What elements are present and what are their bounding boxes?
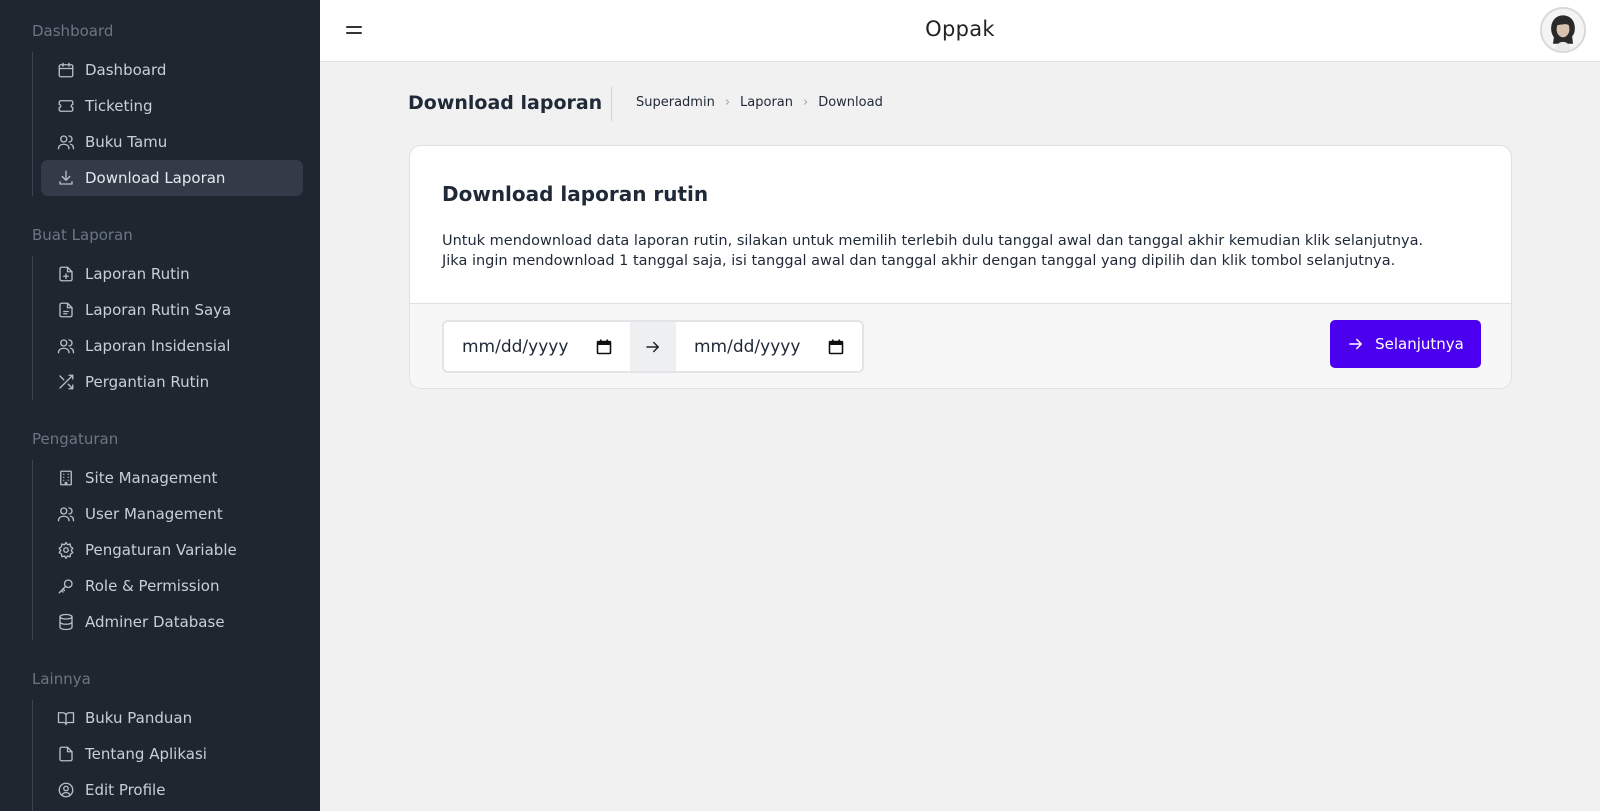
sidebar-item-edit-profile[interactable]: Edit Profile	[41, 772, 303, 808]
description-line: Untuk mendownload data laporan rutin, si…	[442, 233, 1424, 249]
end-date-input[interactable]: mm/dd/yyyy	[676, 322, 862, 371]
ticket-icon	[58, 100, 74, 112]
sidebar-heading-dashboard: Dashboard	[32, 22, 114, 40]
users-icon	[57, 135, 75, 150]
book-icon	[57, 712, 75, 726]
calendar-icon	[58, 62, 74, 78]
card-title: Download laporan rutin	[442, 182, 709, 206]
sidebar-item-label: Download Laporan	[85, 169, 226, 187]
sidebar-item-buku-panduan[interactable]: Buku Panduan	[41, 700, 303, 736]
sidebar-item-label: Buku Tamu	[85, 133, 168, 151]
sidebar-heading-pengaturan: Pengaturan	[32, 430, 119, 448]
arrow-right-icon	[630, 322, 676, 371]
sidebar-item-label: Site Management	[85, 469, 218, 487]
user-circle-icon	[58, 782, 74, 798]
sidebar-item-label: Dashboard	[85, 61, 167, 79]
users-icon	[57, 339, 75, 354]
breadcrumb-item-laporan[interactable]: Laporan	[740, 95, 793, 110]
sidebar-item-laporan-rutin-saya[interactable]: Laporan Rutin Saya	[41, 292, 303, 328]
sidebar-item-label: Laporan Insidensial	[85, 337, 231, 355]
gear-icon	[58, 541, 74, 559]
sidebar-item-pengaturan-variable[interactable]: Pengaturan Variable	[41, 532, 303, 568]
page-title: Download laporan	[408, 92, 603, 114]
sidebar-item-user-management[interactable]: User Management	[41, 496, 303, 532]
file-plus-icon	[59, 266, 73, 282]
sidebar: Dashboard Dashboard Ticketing Buku Tamu …	[0, 0, 320, 811]
sidebar-item-label: Laporan Rutin Saya	[85, 301, 232, 319]
chevron-right-icon: ›	[803, 95, 809, 110]
sidebar-item-label: Adminer Database	[85, 613, 225, 631]
sidebar-list: Site Management User Management Pengatur…	[32, 460, 302, 640]
sidebar-item-buku-tamu[interactable]: Buku Tamu	[41, 124, 303, 160]
sidebar-item-laporan-insidensial[interactable]: Laporan Insidensial	[41, 328, 303, 364]
database-icon	[59, 613, 73, 631]
card-description: Untuk mendownload data laporan rutin, si…	[442, 231, 1482, 271]
breadcrumb-item-download: Download	[818, 95, 883, 110]
sidebar-list: Buku Panduan Tentang Aplikasi Edit Profi…	[32, 700, 302, 811]
sidebar-item-label: Edit Profile	[85, 781, 166, 799]
divider	[611, 87, 612, 121]
shuffle-icon	[59, 374, 74, 390]
top-bar: Oppak	[320, 0, 1600, 62]
file-icon	[59, 746, 73, 762]
sidebar-item-label: Pengaturan Variable	[85, 541, 237, 559]
sidebar-item-label: Laporan Rutin	[85, 265, 190, 283]
next-button[interactable]: Selanjutnya	[1330, 320, 1481, 368]
sidebar-item-tentang-aplikasi[interactable]: Tentang Aplikasi	[41, 736, 303, 772]
sidebar-item-download-laporan[interactable]: Download Laporan	[41, 160, 303, 196]
sidebar-heading-lainnya: Lainnya	[32, 670, 91, 688]
sidebar-item-role-permission[interactable]: Role & Permission	[41, 568, 303, 604]
sidebar-list: Laporan Rutin Laporan Rutin Saya Laporan…	[32, 256, 302, 400]
start-date-placeholder: mm/dd/yyyy	[462, 336, 569, 357]
chevron-right-icon: ›	[724, 95, 731, 110]
description-line: Jika ingin mendownload 1 tanggal saja, i…	[442, 253, 1396, 269]
sidebar-item-pergantian-rutin[interactable]: Pergantian Rutin	[41, 364, 303, 400]
download-card: Download laporan rutin Untuk mendownload…	[409, 145, 1512, 389]
breadcrumb-item-superadmin[interactable]: Superadmin	[636, 95, 715, 110]
key-icon	[58, 579, 73, 594]
end-date-placeholder: mm/dd/yyyy	[694, 336, 801, 357]
calendar-icon[interactable]	[596, 339, 612, 355]
arrow-right-icon	[1349, 338, 1363, 350]
app-title: Oppak	[925, 17, 995, 41]
start-date-input[interactable]: mm/dd/yyyy	[444, 322, 630, 371]
breadcrumb: Superadmin › Laporan › Download	[636, 95, 883, 110]
sidebar-item-label: Pergantian Rutin	[85, 373, 210, 391]
card-footer: mm/dd/yyyy mm/dd/yyyy Selanjutnya	[410, 303, 1511, 388]
building-icon	[60, 470, 72, 486]
users-icon	[57, 507, 75, 522]
sidebar-list: Dashboard Ticketing Buku Tamu Download L…	[32, 52, 303, 196]
sidebar-item-label: Tentang Aplikasi	[85, 745, 207, 763]
sidebar-item-ticketing[interactable]: Ticketing	[41, 88, 303, 124]
calendar-icon[interactable]	[828, 339, 844, 355]
sidebar-item-dashboard[interactable]: Dashboard	[41, 52, 303, 88]
date-range-group: mm/dd/yyyy mm/dd/yyyy	[442, 320, 864, 373]
file-text-icon	[59, 302, 73, 318]
next-button-label: Selanjutnya	[1375, 335, 1464, 353]
sidebar-item-adminer-database[interactable]: Adminer Database	[41, 604, 303, 640]
sidebar-heading-buat-laporan: Buat Laporan	[32, 226, 133, 244]
sidebar-item-label: Ticketing	[85, 97, 153, 115]
sidebar-item-label: User Management	[85, 505, 223, 523]
user-photo-icon	[1542, 9, 1584, 51]
sidebar-item-label: Role & Permission	[85, 577, 220, 595]
sidebar-item-label: Buku Panduan	[85, 709, 193, 727]
sidebar-item-laporan-rutin[interactable]: Laporan Rutin	[41, 256, 303, 292]
sidebar-item-site-management[interactable]: Site Management	[41, 460, 303, 496]
avatar[interactable]	[1540, 7, 1586, 53]
download-icon	[59, 170, 73, 185]
